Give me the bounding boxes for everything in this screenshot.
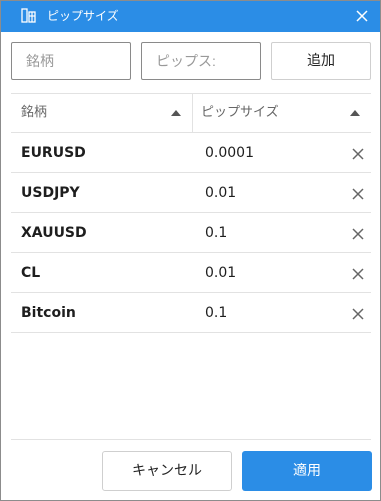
symbol-cell: CL	[21, 265, 41, 281]
delete-x-icon[interactable]	[351, 266, 365, 280]
table-row: USDJPY 0.01	[11, 173, 371, 213]
column-header-pip-size[interactable]: ピップサイズ	[201, 94, 279, 132]
delete-x-icon[interactable]	[351, 306, 365, 320]
delete-x-icon[interactable]	[351, 146, 365, 160]
table-row: XAUUSD 0.1	[11, 213, 371, 253]
symbol-input[interactable]	[11, 42, 131, 80]
pip-size-cell: 0.1	[205, 225, 228, 241]
table-row: Bitcoin 0.1	[11, 293, 371, 333]
symbol-cell: XAUUSD	[21, 225, 87, 241]
delete-x-icon[interactable]	[351, 226, 365, 240]
pip-size-cell: 0.01	[205, 265, 237, 281]
pip-size-cell: 0.01	[205, 185, 237, 201]
footer-divider	[11, 439, 371, 440]
table-row: EURUSD 0.0001	[11, 133, 371, 173]
column-divider	[192, 94, 193, 132]
divider	[11, 93, 371, 94]
divider	[11, 332, 371, 333]
delete-x-icon[interactable]	[351, 186, 365, 200]
sort-up-icon[interactable]	[171, 110, 181, 116]
pips-input[interactable]	[141, 42, 261, 80]
pip-table-icon	[21, 8, 37, 24]
column-header-symbol[interactable]: 銘柄	[21, 94, 47, 132]
add-button[interactable]: 追加	[271, 42, 371, 80]
title-bar: ピップサイズ	[1, 1, 380, 32]
close-button[interactable]	[350, 4, 374, 28]
table-row: CL 0.01	[11, 253, 371, 293]
dialog-title: ピップサイズ	[47, 9, 119, 23]
symbol-cell: USDJPY	[21, 185, 80, 201]
pip-size-cell: 0.1	[205, 305, 228, 321]
symbol-cell: EURUSD	[21, 145, 86, 161]
sort-up-icon[interactable]	[350, 110, 360, 116]
cancel-button[interactable]: キャンセル	[102, 451, 232, 491]
apply-button[interactable]: 適用	[242, 451, 372, 491]
pip-size-cell: 0.0001	[205, 145, 254, 161]
close-icon	[356, 7, 368, 26]
pip-size-dialog: ピップサイズ 追加 銘柄 ピップサイズ EURUSD 0.0001 USDJPY…	[0, 0, 381, 501]
symbol-cell: Bitcoin	[21, 305, 76, 321]
